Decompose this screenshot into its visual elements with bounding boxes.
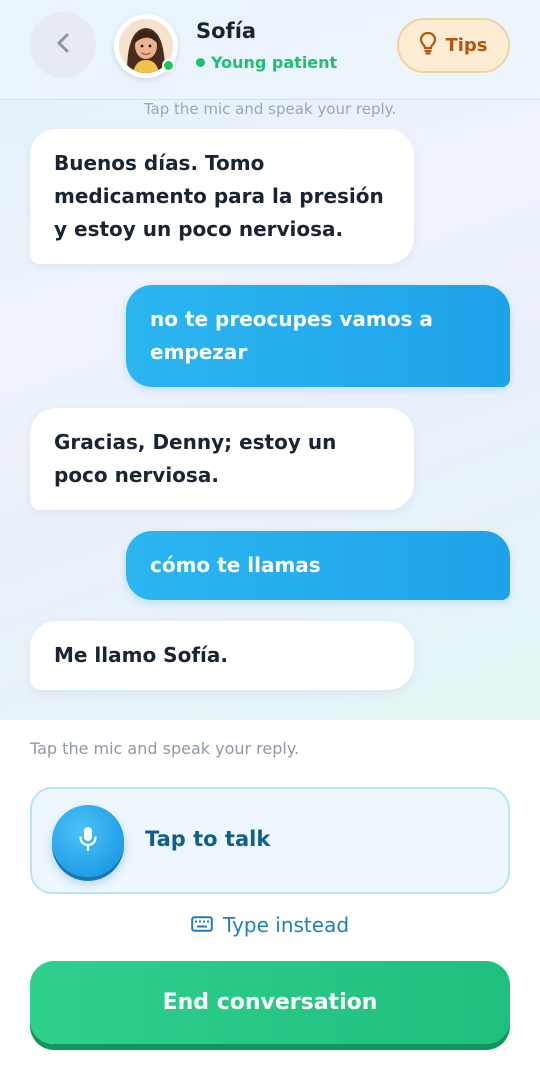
- message-patient: Gracias, Denny; estoy un poco nerviosa.: [30, 408, 414, 510]
- back-button[interactable]: [30, 12, 96, 78]
- mic-button[interactable]: [52, 805, 124, 877]
- end-conversation-label: End conversation: [162, 990, 378, 1015]
- avatar: [114, 14, 178, 78]
- keyboard-icon: [191, 913, 213, 937]
- tips-label: Tips: [445, 35, 488, 56]
- message-patient: Me llamo Sofía.: [30, 621, 414, 690]
- patient-status: Young patient: [196, 53, 337, 72]
- tap-to-talk-panel[interactable]: Tap to talk: [30, 787, 510, 894]
- microphone-icon: [77, 825, 99, 857]
- type-instead-link[interactable]: Type instead: [0, 913, 540, 937]
- lightbulb-icon: [419, 31, 437, 60]
- end-conversation-button[interactable]: End conversation: [30, 961, 510, 1044]
- message-user: cómo te llamas: [126, 531, 510, 600]
- hint-top: Tap the mic and speak your reply.: [143, 100, 397, 118]
- online-indicator: [162, 59, 175, 72]
- input-hint: Tap the mic and speak your reply.: [30, 739, 300, 758]
- message-user: no te preocupes vamos a empezar: [126, 285, 510, 387]
- status-dot: [196, 58, 205, 67]
- chat-header: Sofía Young patient Tips: [0, 0, 540, 100]
- chevron-left-icon: [55, 32, 71, 58]
- tap-to-talk-label: Tap to talk: [145, 827, 271, 851]
- tips-button[interactable]: Tips: [397, 18, 510, 73]
- chat-area: Sofía Young patient Tips Tap the mic and…: [0, 0, 540, 720]
- type-instead-label: Type instead: [222, 913, 350, 937]
- patient-name: Sofía: [196, 19, 257, 43]
- patient-status-label: Young patient: [211, 53, 338, 72]
- message-patient: Buenos días. Tomo medicamento para la pr…: [30, 129, 414, 264]
